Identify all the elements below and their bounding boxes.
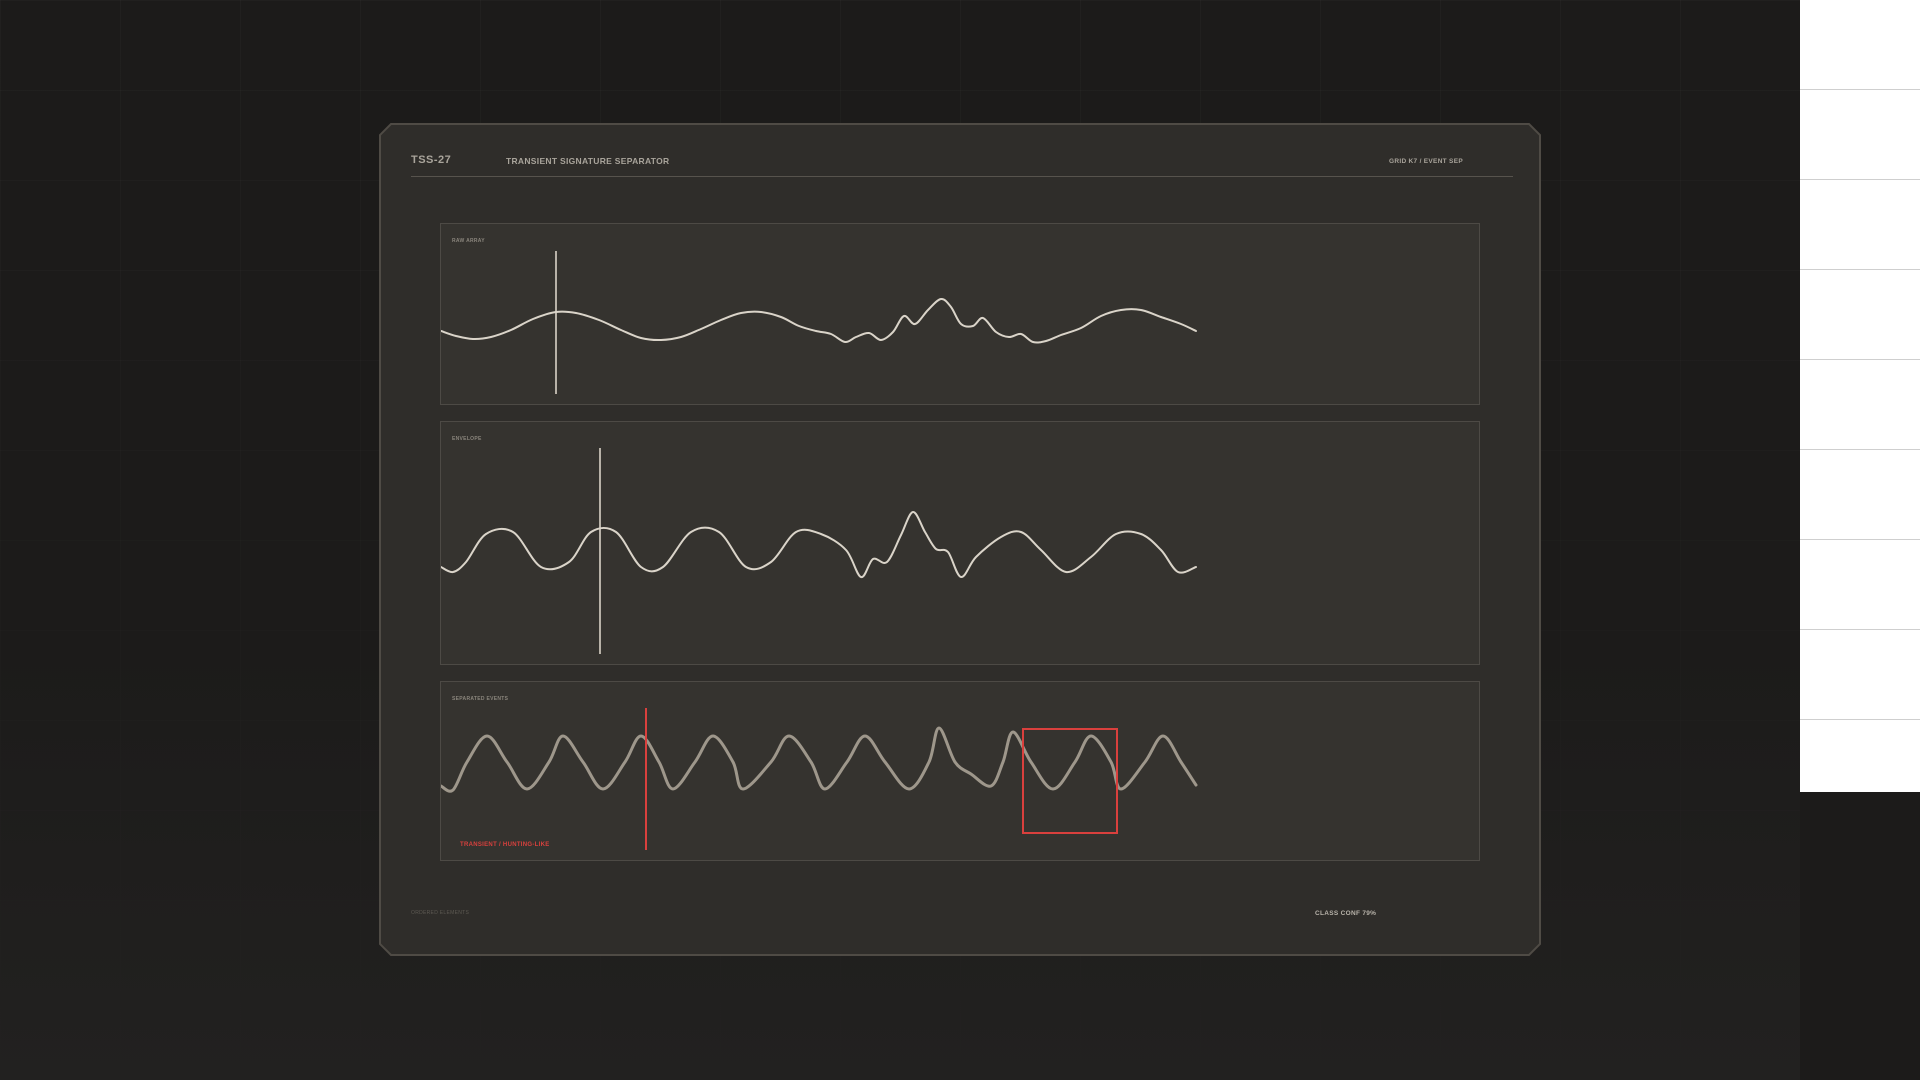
- header-rule: [411, 176, 1513, 177]
- envelope-plot: [441, 422, 1481, 666]
- device-id: TSS-27: [411, 154, 452, 166]
- footer-left-text: ORDERED ELEMENTS: [411, 910, 470, 916]
- class-confidence: CLASS CONF 79%: [1315, 910, 1377, 917]
- side-strip-cell: [1800, 90, 1920, 180]
- raw-array-panel: RAW ARRAY: [440, 223, 1480, 405]
- raw-array-waveform: [441, 299, 1196, 343]
- side-strip-cell: [1800, 630, 1920, 720]
- separated-events-plot: [441, 682, 1481, 862]
- side-strip: [1800, 0, 1920, 792]
- side-strip-cell: [1800, 450, 1920, 540]
- grid-label: GRID K7 / EVENT SEP: [1389, 158, 1463, 165]
- device-frame: TSS-27 TRANSIENT SIGNATURE SEPARATOR GRI…: [379, 123, 1541, 956]
- side-strip-cell: [1800, 270, 1920, 360]
- side-strip-cell: [1800, 540, 1920, 630]
- side-strip-cell: [1800, 0, 1920, 90]
- side-strip-cell: [1800, 360, 1920, 450]
- envelope-panel: ENVELOPE: [440, 421, 1480, 665]
- side-strip-cell: [1800, 180, 1920, 270]
- envelope-waveform: [441, 512, 1196, 577]
- classification-label: TRANSIENT / HUNTING-LIKE: [460, 842, 550, 848]
- device-title: TRANSIENT SIGNATURE SEPARATOR: [506, 156, 670, 166]
- raw-array-plot: [441, 224, 1481, 406]
- separated-events-panel: SEPARATED EVENTS TRANSIENT / HUNTING-LIK…: [440, 681, 1480, 861]
- event-selection-box: [1023, 729, 1117, 833]
- separated-events-waveform: [441, 728, 1196, 791]
- side-strip-cell: [1800, 720, 1920, 810]
